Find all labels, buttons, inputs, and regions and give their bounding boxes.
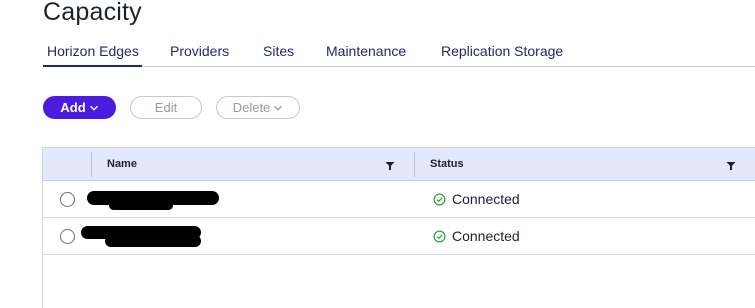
column-separator[interactable] xyxy=(91,152,92,177)
edit-button-label: Edit xyxy=(154,100,178,115)
add-button[interactable]: Add xyxy=(43,96,116,119)
filter-icon[interactable] xyxy=(385,161,395,171)
check-circle-icon xyxy=(433,230,446,242)
row-select-radio[interactable] xyxy=(60,192,75,207)
row-select-radio[interactable] xyxy=(60,229,75,244)
column-header-name[interactable]: Name xyxy=(107,158,137,170)
tab-maintenance[interactable]: Maintenance xyxy=(326,43,406,59)
check-circle-icon xyxy=(433,193,446,205)
tab-horizon-edges[interactable]: Horizon Edges xyxy=(43,43,142,67)
delete-button-label: Delete xyxy=(232,100,271,115)
status-cell: Connected xyxy=(433,191,520,207)
chevron-down-icon xyxy=(89,105,98,111)
redacted-name-part xyxy=(105,235,201,247)
status-text: Connected xyxy=(452,191,520,207)
delete-button[interactable]: Delete xyxy=(216,96,300,119)
data-grid: Name Status Connected Connected xyxy=(42,147,755,308)
table-row[interactable]: Connected xyxy=(43,218,755,255)
grid-header: Name Status xyxy=(43,148,755,181)
status-text: Connected xyxy=(452,228,520,244)
filter-icon[interactable] xyxy=(726,161,736,171)
tab-sites[interactable]: Sites xyxy=(263,43,294,59)
edit-button[interactable]: Edit xyxy=(130,96,202,119)
tab-providers[interactable]: Providers xyxy=(170,43,229,59)
chevron-down-icon xyxy=(274,105,283,111)
add-button-label: Add xyxy=(60,100,86,115)
tab-replication-storage[interactable]: Replication Storage xyxy=(441,43,563,59)
column-separator[interactable] xyxy=(414,152,415,177)
status-cell: Connected xyxy=(433,228,520,244)
column-header-status[interactable]: Status xyxy=(430,158,464,170)
tab-bar: Horizon Edges Providers Sites Maintenanc… xyxy=(43,40,755,67)
page-title: Capacity xyxy=(43,0,142,26)
table-row[interactable]: Connected xyxy=(43,181,755,218)
redacted-name-part xyxy=(109,201,173,210)
